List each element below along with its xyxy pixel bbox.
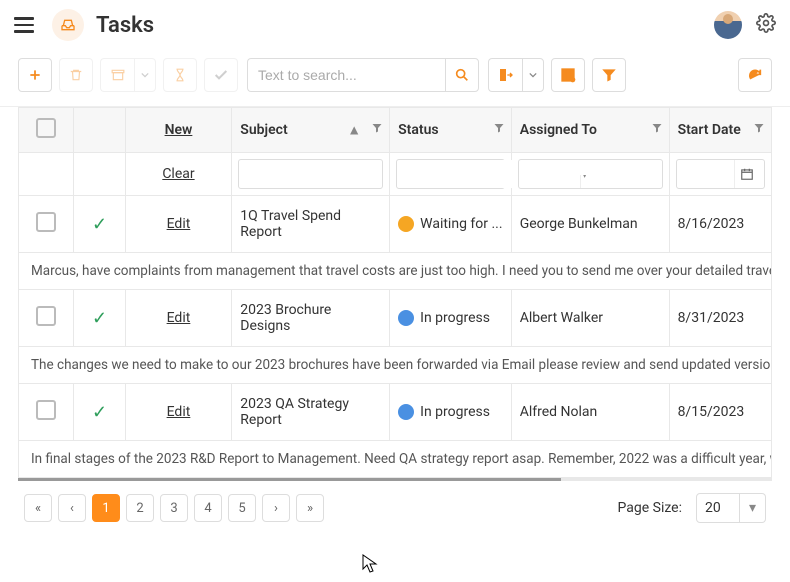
page-last-button[interactable]: »: [296, 494, 324, 522]
table-row: ✓ Edit 2023 Brochure Designs In progress…: [19, 290, 772, 347]
cell-status: Waiting for ...: [420, 216, 502, 232]
page-next-button[interactable]: ›: [262, 494, 290, 522]
menu-button[interactable]: [14, 13, 34, 37]
row-description: Marcus, have complaints from management …: [19, 253, 772, 290]
column-subject[interactable]: Subject ▲: [232, 108, 390, 153]
sort-asc-icon: ▲: [347, 122, 361, 139]
cursor-icon: [362, 554, 378, 574]
archive-dropdown[interactable]: [134, 58, 156, 92]
column-new[interactable]: New: [125, 108, 232, 153]
column-assigned[interactable]: Assigned To: [511, 108, 669, 153]
cell-start-date: 8/16/2023: [669, 196, 771, 253]
row-checkbox[interactable]: [36, 400, 56, 420]
column-status[interactable]: Status: [390, 108, 512, 153]
status-waiting-icon: [398, 216, 414, 232]
page-number-button[interactable]: 4: [194, 494, 222, 522]
add-button[interactable]: [18, 58, 52, 92]
status-progress-icon: [398, 310, 414, 326]
edit-link[interactable]: Edit: [167, 310, 191, 326]
cell-assigned: Alfred Nolan: [511, 384, 669, 441]
row-description: The changes we need to make to our 2023 …: [19, 347, 772, 384]
filter-date-input[interactable]: [676, 159, 765, 189]
delete-button[interactable]: [59, 58, 93, 92]
search-button[interactable]: [445, 58, 479, 92]
column-start-date[interactable]: Start Date: [669, 108, 771, 153]
status-check-icon: ✓: [92, 402, 107, 423]
page-number-button[interactable]: 5: [228, 494, 256, 522]
row-checkbox[interactable]: [36, 212, 56, 232]
filter-icon[interactable]: [651, 122, 663, 138]
hourglass-button[interactable]: [163, 58, 197, 92]
search-input[interactable]: [247, 58, 445, 92]
refresh-button[interactable]: [738, 58, 772, 92]
cell-subject: 2023 Brochure Designs: [232, 290, 390, 347]
user-avatar[interactable]: [714, 11, 742, 39]
filter-assigned-input[interactable]: [525, 160, 656, 175]
page-title: Tasks: [96, 13, 154, 38]
column-select-all[interactable]: [19, 108, 74, 153]
row-checkbox[interactable]: [36, 306, 56, 326]
cell-start-date: 8/31/2023: [669, 290, 771, 347]
export-dropdown[interactable]: [522, 58, 544, 92]
filter-icon[interactable]: [371, 122, 383, 138]
column-action: [74, 108, 125, 153]
filter-icon[interactable]: [753, 122, 765, 138]
filter-toggle-button[interactable]: [592, 58, 626, 92]
pagesize-dropdown[interactable]: ▾: [740, 493, 766, 523]
tasks-icon: [52, 9, 84, 41]
page-number-button[interactable]: 1: [92, 494, 120, 522]
cell-start-date: 8/15/2023: [669, 384, 771, 441]
page-number-button[interactable]: 3: [160, 494, 188, 522]
export-button[interactable]: [488, 58, 522, 92]
edit-link[interactable]: Edit: [167, 404, 191, 420]
table-row: ✓ Edit 1Q Travel Spend Report Waiting fo…: [19, 196, 772, 253]
edit-link[interactable]: Edit: [167, 216, 191, 232]
cell-assigned: George Bunkelman: [511, 196, 669, 253]
filter-icon[interactable]: [493, 122, 505, 138]
cell-subject: 1Q Travel Spend Report: [232, 196, 390, 253]
archive-button[interactable]: [100, 58, 134, 92]
cell-assigned: Albert Walker: [511, 290, 669, 347]
page-number-button[interactable]: 2: [126, 494, 154, 522]
check-button[interactable]: [204, 58, 238, 92]
status-progress-icon: [398, 404, 414, 420]
cell-status: In progress: [420, 310, 490, 326]
settings-button[interactable]: [756, 13, 776, 37]
page-first-button[interactable]: «: [24, 494, 52, 522]
cell-subject: 2023 QA Strategy Report: [232, 384, 390, 441]
filter-subject-input[interactable]: [245, 160, 376, 175]
table-row: ✓ Edit 2023 QA Strategy Report In progre…: [19, 384, 772, 441]
columns-button[interactable]: [551, 58, 585, 92]
cell-status: In progress: [420, 404, 490, 420]
pagesize-label: Page Size:: [618, 500, 683, 516]
filter-status-select[interactable]: ▾: [396, 159, 505, 189]
status-check-icon: ✓: [92, 308, 107, 329]
pagesize-value[interactable]: 20: [696, 493, 740, 523]
clear-filter-button[interactable]: Clear: [162, 166, 194, 182]
status-check-icon: ✓: [92, 214, 107, 235]
page-prev-button[interactable]: ‹: [58, 494, 86, 522]
row-description: In final stages of the 2023 R&D Report t…: [19, 441, 772, 478]
